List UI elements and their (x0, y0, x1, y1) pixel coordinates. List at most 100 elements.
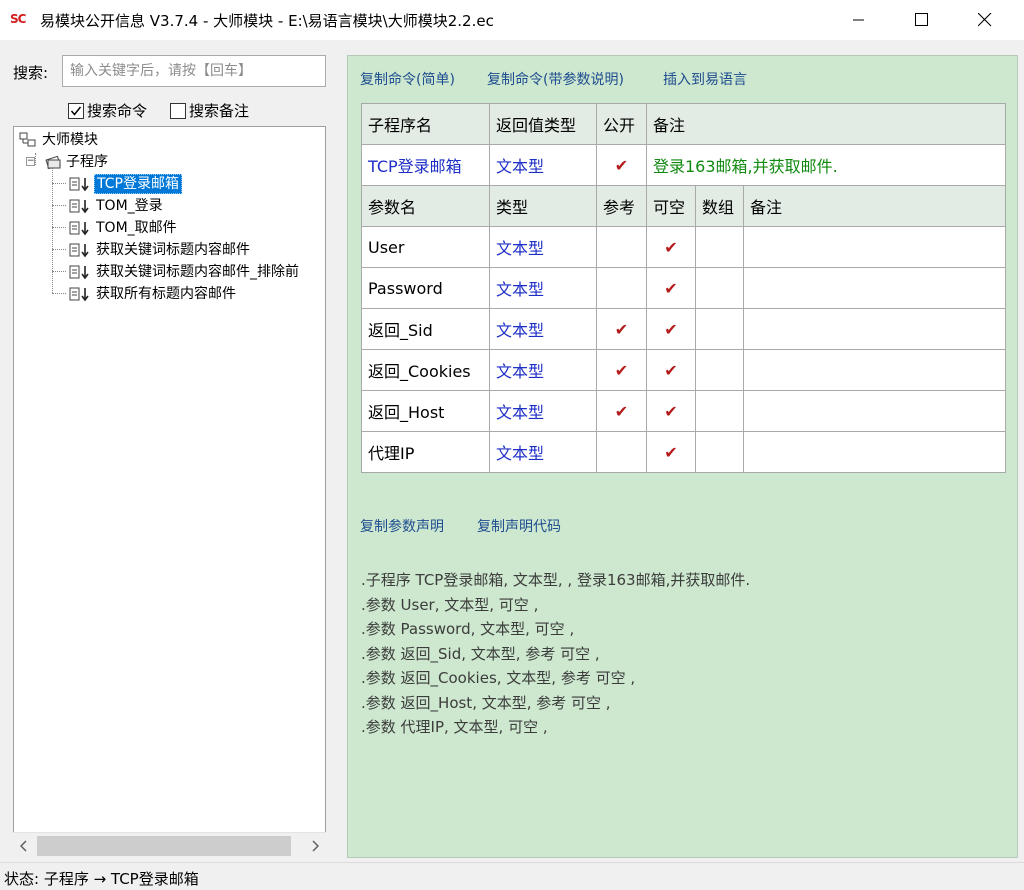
header-param-name: 参数名 (361, 185, 490, 227)
check-icon: ✔ (596, 308, 647, 350)
table-row: 返回_Cookies 文本型 ✔ ✔ (361, 349, 1006, 391)
param-note-cell (743, 308, 1006, 350)
tree-item-label: TCP登录邮箱 (94, 174, 182, 194)
routine-note-cell: 登录163邮箱,并获取邮件. (646, 144, 1006, 186)
module-icon (19, 132, 36, 147)
minimize-button[interactable] (836, 0, 882, 40)
tree-connector (52, 293, 66, 294)
copy-declaration-code-link[interactable]: 复制声明代码 (477, 516, 561, 536)
param-type-cell: 文本型 (489, 308, 597, 350)
declaration-line: .参数 返回_Cookies, 文本型, 参考 可空 , (361, 669, 636, 687)
subroutine-icon (69, 177, 89, 192)
maximize-button[interactable] (899, 0, 945, 40)
header-type: 类型 (489, 185, 597, 227)
window-edge (1018, 55, 1024, 858)
check-icon: ✔ (646, 431, 696, 473)
tree-item-keyword-mail[interactable]: 获取关键词标题内容邮件 (68, 239, 252, 261)
tree-connector (52, 183, 66, 184)
header-nullable: 可空 (646, 185, 696, 227)
tree-connector (52, 271, 66, 272)
param-name-cell: 返回_Sid (361, 308, 490, 350)
tree-item-tom-fetch[interactable]: TOM_取邮件 (68, 217, 179, 239)
copy-command-simple-link[interactable]: 复制命令(简单) (360, 69, 455, 89)
search-command-checkbox[interactable]: 搜索命令 (68, 100, 147, 121)
check-icon: ✔ (646, 308, 696, 350)
copy-command-params-link[interactable]: 复制命令(带参数说明) (487, 69, 624, 89)
tree-horizontal-scrollbar[interactable] (13, 832, 326, 858)
search-input[interactable] (62, 55, 326, 87)
copy-param-declaration-link[interactable]: 复制参数声明 (360, 516, 444, 536)
scroll-right-button[interactable] (304, 833, 326, 859)
collapse-icon[interactable]: − (26, 157, 35, 166)
subroutine-icon (69, 199, 89, 214)
param-array-cell (695, 308, 744, 350)
tree-connector (52, 249, 66, 250)
check-icon: ✔ (646, 267, 696, 309)
param-array-cell (695, 267, 744, 309)
param-note-cell (743, 226, 1006, 268)
param-ref-cell (596, 267, 647, 309)
header-ref: 参考 (596, 185, 647, 227)
tree-item-label: TOM_登录 (96, 198, 163, 214)
tree-connector (52, 167, 53, 293)
param-type-cell: 文本型 (489, 267, 597, 309)
tree-root-node[interactable]: 大师模块 (18, 129, 100, 151)
param-array-cell (695, 226, 744, 268)
routine-header-row: 子程序名 返回值类型 公开 备注 (361, 103, 1006, 145)
chevron-right-icon (312, 840, 319, 852)
param-ref-cell (596, 431, 647, 473)
tree-item-label: 获取关键词标题内容邮件 (96, 242, 250, 258)
search-note-checkbox[interactable]: 搜索备注 (170, 100, 249, 121)
tree-item-tcp-login[interactable]: TCP登录邮箱 (68, 173, 182, 195)
tree-item-tom-login[interactable]: TOM_登录 (68, 195, 165, 217)
check-icon: ✔ (596, 390, 647, 432)
check-icon: ✔ (596, 144, 647, 186)
scrollbar-thumb[interactable] (37, 836, 291, 856)
detail-panel: 复制命令(简单) 复制命令(带参数说明) 插入到易语言 子程序名 返回值类型 公… (347, 55, 1018, 858)
module-tree[interactable]: 大师模块 − 子程序 TCP登录邮箱 TOM_登录 TOM_取邮件 获取关键词标… (13, 126, 326, 858)
search-label: 搜索: (13, 64, 49, 82)
insert-to-eyuyan-link[interactable]: 插入到易语言 (663, 69, 747, 89)
declaration-line: .参数 User, 文本型, 可空 , (361, 595, 539, 614)
subroutine-icon (69, 265, 89, 280)
param-type-cell: 文本型 (489, 349, 597, 391)
declaration-line: .参数 Password, 文本型, 可空 , (361, 620, 575, 638)
tree-item-label: TOM_取邮件 (96, 220, 177, 236)
tree-item-label: 获取关键词标题内容邮件_排除前 (96, 264, 299, 280)
param-type-cell: 文本型 (489, 226, 597, 268)
tree-connector (52, 205, 66, 206)
status-bar: 状态: 子程序 → TCP登录邮箱 (0, 862, 1024, 890)
param-note-cell (743, 267, 1006, 309)
table-row: 返回_Sid 文本型 ✔ ✔ (361, 308, 1006, 350)
tree-item-all-mail[interactable]: 获取所有标题内容邮件 (68, 283, 238, 305)
declaration-line: .参数 代理IP, 文本型, 可空 , (361, 718, 548, 736)
param-name-cell: User (361, 226, 490, 268)
header-routine-name: 子程序名 (361, 103, 490, 145)
search-note-label: 搜索备注 (189, 102, 250, 120)
param-array-cell (695, 390, 744, 432)
table-row: 代理IP 文本型 ✔ (361, 431, 1006, 473)
tree-connector (35, 153, 36, 165)
subroutine-icon (69, 287, 89, 302)
tree-group-node[interactable]: 子程序 (44, 151, 110, 173)
header-note: 备注 (646, 103, 1006, 145)
routine-name-cell: TCP登录邮箱 (361, 144, 490, 186)
title-bar: SC 易模块公开信息 V3.7.4 - 大师模块 - E:\易语言模块\大师模块… (0, 0, 1024, 40)
param-name-cell: Password (361, 267, 490, 309)
close-button[interactable] (962, 0, 1008, 40)
param-array-cell (695, 349, 744, 391)
table-row: 返回_Host 文本型 ✔ ✔ (361, 390, 1006, 432)
param-type-cell: 文本型 (489, 390, 597, 432)
header-public: 公开 (596, 103, 647, 145)
tree-item-label: 获取所有标题内容邮件 (96, 286, 236, 302)
param-note-cell (743, 390, 1006, 432)
tree-connector (52, 227, 66, 228)
header-array: 数组 (695, 185, 744, 227)
scroll-left-button[interactable] (13, 833, 35, 859)
tree-root-label: 大师模块 (42, 132, 98, 148)
table-row: Password 文本型 ✔ (361, 267, 1006, 309)
check-icon: ✔ (646, 349, 696, 391)
minimize-icon (853, 19, 864, 21)
checkbox-checked-icon (68, 102, 84, 119)
tree-item-keyword-mail-exclude[interactable]: 获取关键词标题内容邮件_排除前 (68, 261, 301, 283)
